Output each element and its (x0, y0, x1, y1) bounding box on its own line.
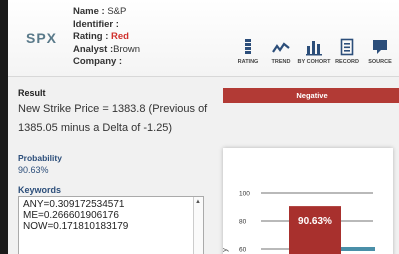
probability-bar (289, 206, 341, 254)
probability-title: Probability (18, 153, 62, 163)
keyword-line: ANY=0.309172534571 (23, 199, 125, 210)
rating-label: Rating : (73, 31, 109, 42)
nav-source[interactable]: SOURCE (363, 38, 397, 65)
result-line-1: New Strike Price = 1383.8 (18, 103, 146, 115)
nav-source-label: SOURCE (368, 59, 392, 65)
keywords-scrollbar[interactable] (193, 197, 203, 254)
spx-logo: SPX (26, 30, 57, 46)
probability-value: 90.63% (18, 165, 49, 175)
probability-chart: 100 80 60 y 90.63% (220, 191, 375, 254)
nav-record[interactable]: RECORD (330, 38, 364, 65)
record-icon (340, 38, 354, 56)
bar-value-label: 90.63% (298, 216, 332, 227)
trend-icon (272, 42, 290, 53)
nav-bar: RATING TREND BY COHORT RECORD SOURCE (231, 38, 397, 72)
nav-by-cohort[interactable]: BY COHORT (297, 38, 331, 65)
y-tick-label: 60 (239, 247, 247, 254)
nav-trend-label: TREND (271, 59, 291, 65)
keywords-textarea[interactable]: ANY=0.309172534571 ME=0.266601906176 NOW… (18, 196, 204, 254)
result-text: New Strike Price = 1383.8 (Previous of 1… (18, 100, 218, 138)
y-axis-label: y (223, 248, 229, 252)
nav-record-label: RECORD (335, 59, 359, 65)
nav-cohort-label: BY COHORT (297, 59, 331, 65)
keyword-line: NOW=0.171810183179 (23, 221, 129, 232)
identifier-label: Identifier : (73, 18, 119, 30)
rating-value: Red (111, 31, 129, 42)
name-value: S&P (107, 6, 127, 17)
nav-rating[interactable]: RATING (231, 38, 265, 65)
header: SPX Name : S&P Identifier : Rating : Red… (8, 0, 399, 77)
keyword-line: ME=0.266601906176 (23, 210, 119, 221)
analyst-value: Brown (113, 43, 141, 55)
analyst-label: Analyst : (73, 43, 114, 55)
nav-rating-label: RATING (237, 59, 259, 65)
y-tick-label: 100 (239, 191, 250, 198)
y-tick-label: 80 (239, 219, 247, 226)
keywords-title: Keywords (18, 185, 62, 195)
sentiment-badge: Negative (223, 88, 399, 103)
accent-bar (341, 247, 375, 251)
main-panel: SPX Name : S&P Identifier : Rating : Red… (8, 0, 399, 254)
name-label: Name : (73, 6, 105, 17)
company-label: Company : (73, 56, 123, 67)
probability-chart-card: 100 80 60 y 90.63% (220, 148, 393, 254)
result-title: Result (18, 88, 46, 98)
rating-icon (245, 39, 251, 54)
cohort-icon (306, 41, 322, 56)
nav-trend[interactable]: TREND (264, 38, 298, 65)
logo-text: SPX (26, 30, 58, 46)
source-icon (373, 40, 387, 54)
info-block: Name : S&P Identifier : Rating : Red Ana… (73, 6, 140, 69)
